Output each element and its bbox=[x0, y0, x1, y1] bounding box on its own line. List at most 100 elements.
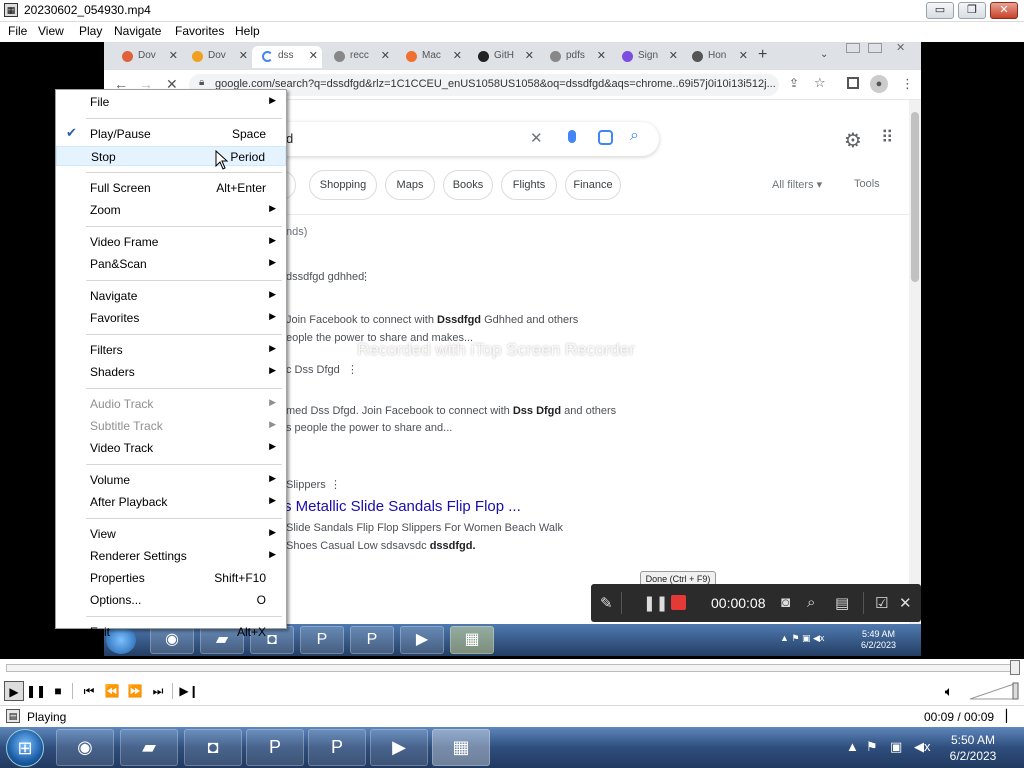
menu-item-label: Pan&Scan bbox=[90, 257, 147, 271]
mute-button[interactable]: 🔈︎ bbox=[939, 681, 959, 701]
browser-tab: recc ✕ bbox=[324, 46, 394, 68]
taskbar-recorder-button[interactable]: ◘ bbox=[184, 729, 242, 766]
context-menu-item-filters[interactable]: Filters ▶ bbox=[56, 340, 286, 360]
network-icon[interactable]: ▣ bbox=[890, 739, 902, 755]
context-menu-item-zoom[interactable]: Zoom ▶ bbox=[56, 200, 286, 220]
rewind-button[interactable]: ⏪ bbox=[102, 681, 122, 701]
windows-logo-icon: ⊞ bbox=[17, 738, 33, 758]
result-stats: nds) bbox=[286, 226, 308, 238]
maximize-button[interactable]: ❐ bbox=[958, 2, 986, 19]
camera-icon: ◙ bbox=[781, 594, 791, 611]
menu-view[interactable]: View bbox=[38, 24, 64, 38]
submenu-arrow-icon: ▶ bbox=[269, 235, 276, 245]
stop-button[interactable]: ■ bbox=[48, 681, 68, 701]
context-menu-item-renderer-settings[interactable]: Renderer Settings ▶ bbox=[56, 546, 286, 566]
context-menu-item-full-screen[interactable]: Full Screen Alt+Enter bbox=[56, 178, 286, 198]
result-snippet: s people the power to share and... bbox=[286, 422, 453, 434]
new-tab-icon: + bbox=[758, 46, 768, 63]
context-menu-item-pan-scan[interactable]: Pan&Scan ▶ bbox=[56, 254, 286, 274]
context-menu-item-shaders[interactable]: Shaders ▶ bbox=[56, 362, 286, 382]
context-menu-item-stop[interactable]: Stop Period bbox=[56, 146, 286, 166]
recorder-watermark: Recorded with iTop Screen Recorder bbox=[357, 340, 635, 359]
play-button[interactable]: ▶ bbox=[4, 681, 24, 701]
close-button[interactable]: ✕ bbox=[990, 2, 1018, 19]
search-icon: ⌕ bbox=[630, 127, 639, 144]
frame-step-button[interactable]: ▶❙ bbox=[179, 681, 199, 701]
menu-file[interactable]: File bbox=[8, 24, 27, 38]
context-menu-item-video-frame[interactable]: Video Frame ▶ bbox=[56, 232, 286, 252]
show-hidden-icons-icon[interactable]: ▲ bbox=[846, 739, 859, 754]
tab-close-icon: ✕ bbox=[668, 50, 678, 62]
divider bbox=[621, 592, 622, 614]
all-filters-button: All filters ▾ bbox=[772, 179, 823, 191]
tab-strip: Dov ✕ Dov ✕ dss ✕ recc ✕ Mac ✕ GitH ✕ pdfs ✕ Si… bbox=[104, 42, 921, 70]
result-snippet: Slide Sandals Flip Flop Slippers For Wom… bbox=[286, 522, 563, 534]
taskbar-mpc-button[interactable]: ▦ bbox=[432, 729, 490, 766]
status-bar: ▤ Playing 00:09 / 00:09 ▏ bbox=[0, 705, 1024, 727]
browser-tab: Mac ✕ bbox=[396, 46, 466, 68]
side-panel-icon bbox=[847, 77, 859, 89]
close-icon: ✕ bbox=[999, 4, 1009, 16]
browser-close-icon: ✕ bbox=[896, 42, 906, 54]
pause-button[interactable]: ❚❚ bbox=[26, 681, 46, 701]
fast-forward-button[interactable]: ⏩ bbox=[125, 681, 145, 701]
google-search-box: d ✕ ⌕ bbox=[254, 122, 659, 156]
submenu-arrow-icon: ▶ bbox=[269, 95, 276, 105]
context-menu-item-subtitle-track: Subtitle Track ▶ bbox=[56, 416, 286, 436]
taskbar-p-app-button[interactable]: P bbox=[308, 729, 366, 766]
mouse-cursor-icon bbox=[215, 150, 229, 170]
context-menu-item-file[interactable]: File ▶ bbox=[56, 92, 286, 112]
menu-item-label: Stop bbox=[91, 150, 116, 164]
context-menu-item-view[interactable]: View ▶ bbox=[56, 524, 286, 544]
action-center-icon[interactable]: ⚑ bbox=[866, 739, 878, 755]
context-menu-item-navigate[interactable]: Navigate ▶ bbox=[56, 286, 286, 306]
volume-slider[interactable] bbox=[968, 681, 1020, 701]
result-snippet: Join Facebook to connect with Dssdfgd Gd… bbox=[286, 314, 579, 326]
result-snippet: Shoes Casual Low sdsavsdc dssdfgd. bbox=[286, 540, 476, 552]
recording-timer: 00:00:08 bbox=[711, 595, 766, 611]
seek-thumb[interactable] bbox=[1010, 660, 1020, 675]
context-menu: File ▶ ✔ Play/Pause Space Stop Period Full Scre… bbox=[55, 89, 287, 639]
menu-favorites[interactable]: Favorites bbox=[175, 24, 224, 38]
taskbar-p-app-button[interactable]: P bbox=[246, 729, 304, 766]
menu-help[interactable]: Help bbox=[235, 24, 260, 38]
taskbar-chrome-button[interactable]: ◉ bbox=[56, 729, 114, 766]
next-button[interactable]: ⏭ bbox=[148, 681, 168, 701]
chat-icon: ▤ bbox=[835, 595, 850, 612]
menu-separator bbox=[86, 280, 282, 281]
context-menu-item-favorites[interactable]: Favorites ▶ bbox=[56, 308, 286, 328]
context-menu-item-properties[interactable]: Properties Shift+F10 bbox=[56, 568, 286, 588]
previous-button[interactable]: ⏮ bbox=[79, 681, 99, 701]
taskbar-video-editor-button[interactable]: ▶ bbox=[370, 729, 428, 766]
search-query-text: d bbox=[286, 131, 294, 146]
taskbar-explorer-button[interactable]: ▰ bbox=[120, 729, 178, 766]
menu-item-label: Video Track bbox=[90, 441, 154, 455]
divider bbox=[172, 683, 173, 699]
context-menu-item-exit[interactable]: Exit Alt+X bbox=[56, 622, 286, 642]
minimize-button[interactable]: ▭ bbox=[926, 2, 954, 19]
folder-icon: ▰ bbox=[142, 737, 156, 757]
context-menu-item-options[interactable]: Options... O bbox=[56, 590, 286, 610]
menu-separator bbox=[86, 334, 282, 335]
window-title-bar: ▦ 20230602_054930.mp4 ▭ ❐ ✕ bbox=[0, 0, 1024, 22]
seek-bar[interactable] bbox=[6, 664, 1016, 672]
tab-close-icon: ✕ bbox=[738, 50, 748, 62]
volume-muted-icon[interactable]: ◀x bbox=[914, 739, 931, 755]
menu-play[interactable]: Play bbox=[79, 24, 102, 38]
system-clock[interactable]: 5:50 AM 6/2/2023 bbox=[938, 732, 1008, 764]
scrollbar-thumb bbox=[911, 112, 919, 282]
tab-close-icon: ✕ bbox=[238, 50, 248, 62]
context-menu-item-play-pause[interactable]: ✔ Play/Pause Space bbox=[56, 124, 286, 144]
context-menu-item-after-playback[interactable]: After Playback ▶ bbox=[56, 492, 286, 512]
context-menu-item-video-track[interactable]: Video Track ▶ bbox=[56, 438, 286, 458]
filter-chip-shopping: Shopping bbox=[309, 170, 377, 200]
filter-chip-books: Books bbox=[443, 170, 493, 200]
p-app-icon: P bbox=[330, 737, 343, 757]
context-menu-item-volume[interactable]: Volume ▶ bbox=[56, 470, 286, 490]
start-button[interactable]: ⊞ bbox=[6, 729, 44, 767]
screen-recorder-icon: ◘ bbox=[207, 737, 219, 757]
submenu-arrow-icon: ▶ bbox=[269, 203, 276, 213]
menu-navigate[interactable]: Navigate bbox=[114, 24, 161, 38]
browser-tab: Dov ✕ bbox=[182, 46, 252, 68]
menu-item-label: Favorites bbox=[90, 311, 140, 325]
